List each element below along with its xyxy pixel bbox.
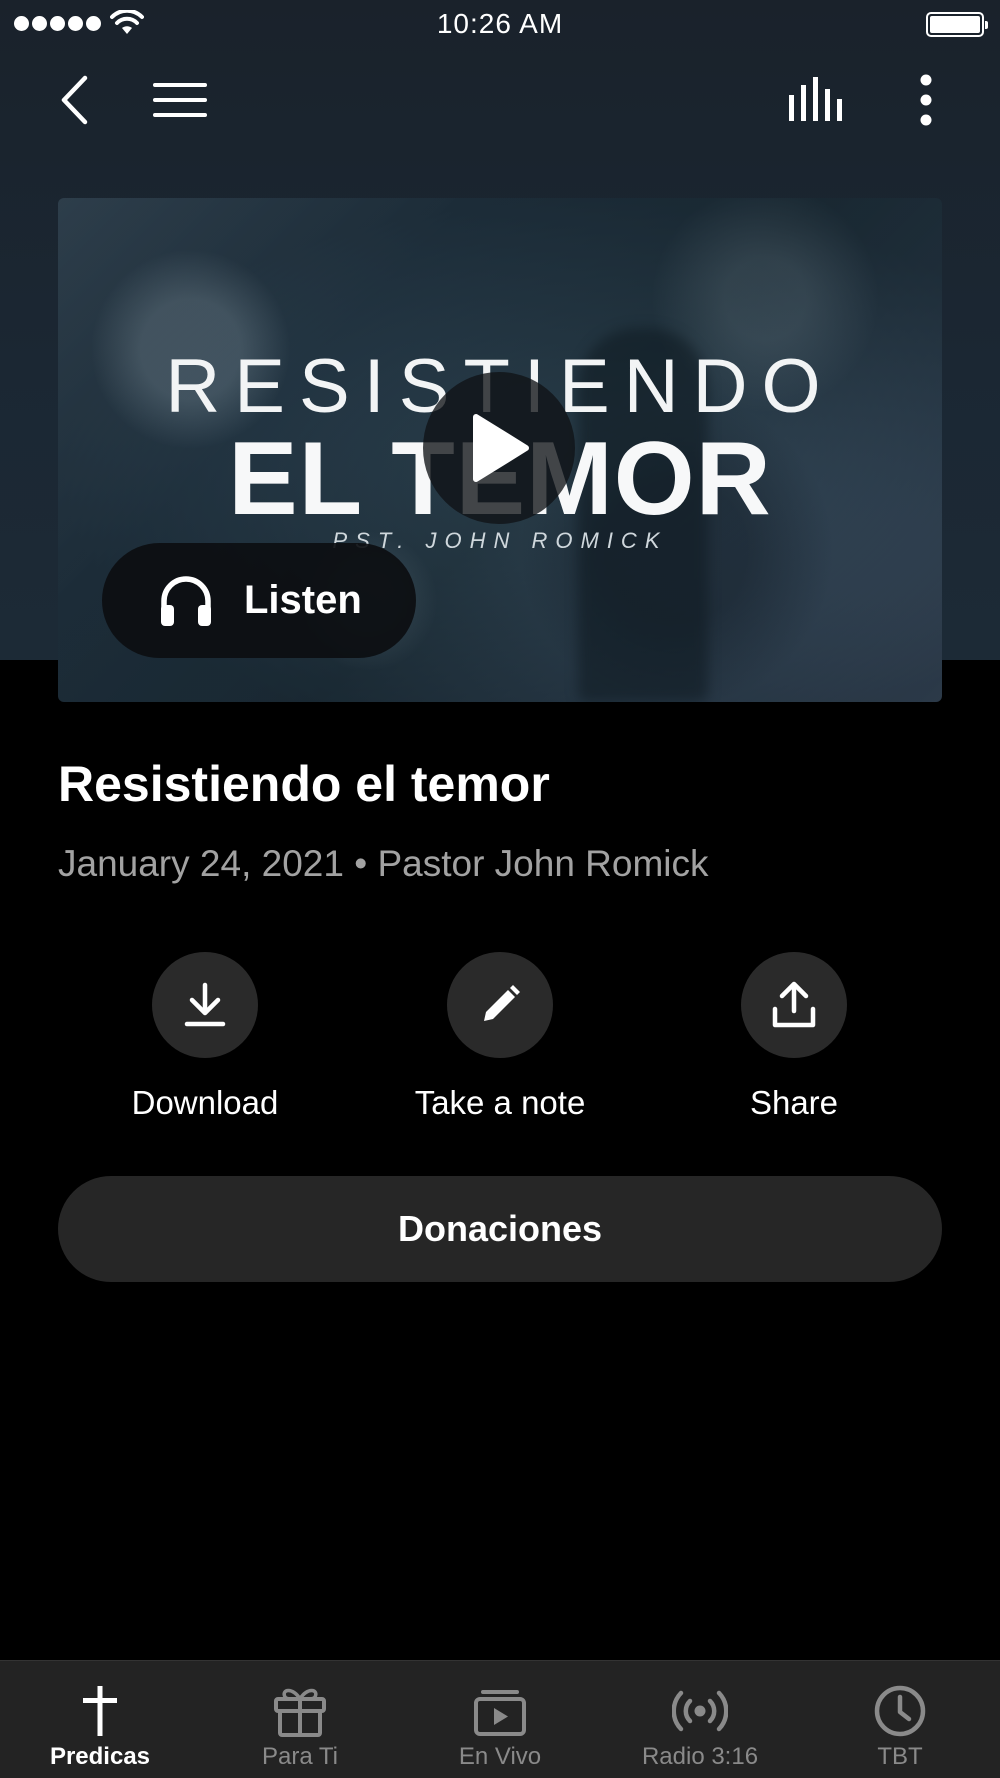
play-icon bbox=[473, 414, 529, 482]
share-icon bbox=[772, 981, 816, 1028]
tab-predicas[interactable]: Predicas bbox=[0, 1661, 200, 1778]
take-note-label: Take a note bbox=[414, 1084, 586, 1121]
more-vertical-icon bbox=[920, 74, 932, 126]
chevron-left-icon bbox=[61, 75, 88, 125]
tab-en-vivo[interactable]: En Vivo bbox=[400, 1661, 600, 1778]
share-label: Share bbox=[749, 1084, 839, 1121]
gift-icon bbox=[274, 1688, 326, 1737]
sermon-title: Resistiendo el temor bbox=[58, 756, 550, 812]
tab-para-ti[interactable]: Para Ti bbox=[200, 1661, 400, 1778]
tab-label: TBT bbox=[877, 1743, 923, 1770]
play-video-button[interactable] bbox=[423, 372, 575, 524]
headphones-icon bbox=[161, 575, 211, 626]
battery-icon bbox=[926, 12, 988, 37]
pencil-icon bbox=[484, 985, 520, 1021]
tab-bar: Predicas Para Ti En Vivo Radio 3:16 TBT bbox=[0, 1660, 1000, 1778]
sermon-meta: January 24, 2021 • Pastor John Romick bbox=[58, 843, 709, 884]
equalizer-icon bbox=[789, 77, 842, 121]
sermon-artwork: RESISTIENDO EL TEMOR PST. JOHN ROMICK Li… bbox=[58, 198, 942, 702]
take-note-button[interactable]: Take a note bbox=[380, 952, 620, 1122]
tab-radio[interactable]: Radio 3:16 bbox=[600, 1661, 800, 1778]
cross-icon bbox=[83, 1686, 117, 1736]
now-playing-button[interactable] bbox=[786, 70, 846, 130]
tab-label: Predicas bbox=[49, 1743, 151, 1770]
download-icon bbox=[184, 982, 226, 1027]
tab-label: Para Ti bbox=[261, 1743, 339, 1770]
action-row: Download Take a note Share bbox=[0, 952, 1000, 1132]
more-options-button[interactable] bbox=[896, 70, 956, 130]
broadcast-icon bbox=[672, 1690, 728, 1732]
tab-label: Radio 3:16 bbox=[641, 1743, 759, 1770]
download-button[interactable]: Download bbox=[85, 952, 325, 1122]
tab-tbt[interactable]: TBT bbox=[800, 1661, 1000, 1778]
status-bar: 10:26 AM bbox=[0, 0, 1000, 50]
listen-label: Listen bbox=[244, 578, 362, 622]
tab-label: En Vivo bbox=[458, 1743, 542, 1770]
download-label: Download bbox=[131, 1084, 279, 1121]
status-time: 10:26 AM bbox=[436, 8, 564, 39]
menu-button[interactable] bbox=[150, 70, 210, 130]
back-button[interactable] bbox=[44, 70, 104, 130]
share-button[interactable]: Share bbox=[674, 952, 914, 1122]
hamburger-menu-icon bbox=[153, 83, 207, 117]
listen-button[interactable]: Listen bbox=[102, 543, 416, 658]
live-video-icon bbox=[474, 1690, 526, 1736]
clock-icon bbox=[874, 1685, 926, 1737]
donate-button[interactable]: Donaciones bbox=[58, 1176, 942, 1282]
